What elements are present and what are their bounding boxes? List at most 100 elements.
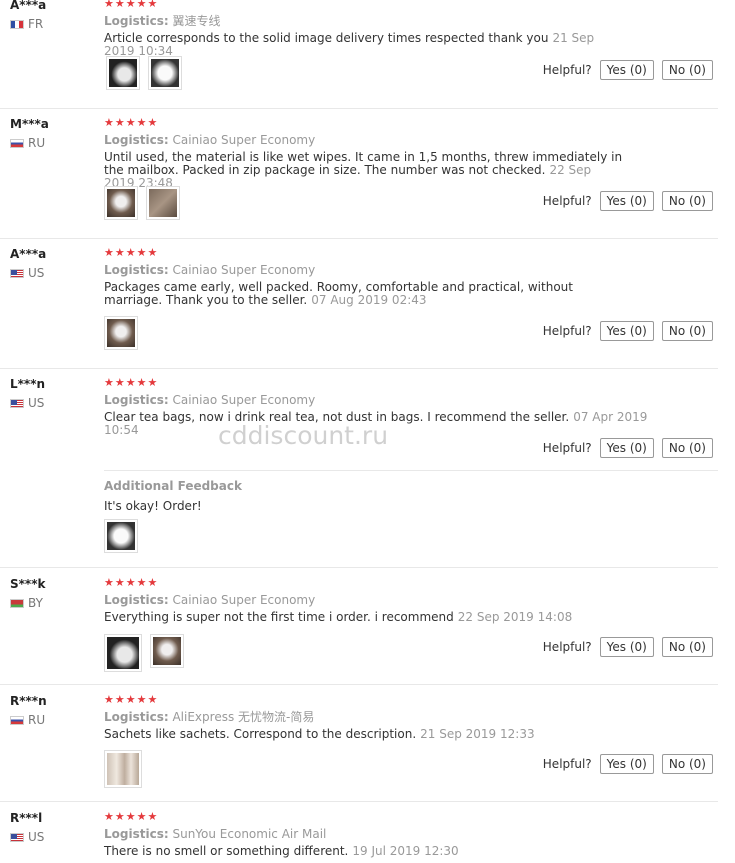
helpful-no-button[interactable]: No (0)	[661, 191, 713, 211]
review-item: M***a RU ★★★★★ Logistics: Cainiao Super …	[0, 117, 718, 239]
reviewer-name: A***a	[10, 0, 47, 12]
reviewer-info: A***a FR	[10, 0, 46, 31]
logistics-value: Cainiao Super Economy	[172, 393, 316, 407]
logistics-label: Logistics:	[104, 133, 169, 147]
review-text: Everything is super not the first time i…	[104, 610, 454, 624]
logistics-label: Logistics:	[104, 14, 169, 28]
helpful-label: Helpful?	[542, 441, 592, 455]
logistics-line: Logistics: AliExpress 无忧物流-简易	[104, 710, 704, 725]
helpful-voting: Helpful? Yes (0) No (0)	[543, 191, 713, 211]
star-rating: ★★★★★	[104, 246, 159, 259]
review-photo-thumbnail[interactable]	[148, 56, 182, 90]
review-item: S***k BY ★★★★★ Logistics: Cainiao Super …	[0, 577, 718, 685]
review-content: ★★★★★ Logistics: AliExpress 无忧物流-简易 Sach…	[104, 694, 704, 741]
star-rating: ★★★★★	[104, 810, 159, 823]
logistics-line: Logistics: Cainiao Super Economy	[104, 393, 704, 408]
review-photo-thumbnail[interactable]	[104, 186, 138, 220]
review-text-line: Clear tea bags, now i drink real tea, no…	[104, 411, 664, 437]
review-date: 21 Sep 2019 12:33	[420, 727, 535, 741]
helpful-no-button[interactable]: No (0)	[661, 438, 713, 458]
helpful-no-button[interactable]: No (0)	[661, 321, 713, 341]
review-item: A***a US ★★★★★ Logistics: Cainiao Super …	[0, 247, 718, 369]
additional-feedback-title: Additional Feedback	[104, 479, 242, 493]
reviewer-country: US	[10, 396, 45, 410]
flag-us-icon	[10, 832, 24, 842]
logistics-line: Logistics: Cainiao Super Economy	[104, 133, 704, 148]
helpful-yes-button[interactable]: Yes (0)	[599, 637, 654, 657]
logistics-value: Cainiao Super Economy	[172, 593, 316, 607]
review-text-line: Everything is super not the first time i…	[104, 611, 664, 624]
country-code: RU	[28, 713, 46, 727]
star-rating: ★★★★★	[104, 576, 159, 589]
helpful-label: Helpful?	[542, 324, 592, 338]
flag-by-icon	[10, 598, 24, 608]
review-item: R***l US ★★★★★ Logistics: SunYou Economi…	[0, 811, 718, 863]
review-photo-thumbnail[interactable]	[146, 186, 180, 220]
reviewer-name: R***n	[10, 694, 47, 708]
reviewer-country: US	[10, 266, 46, 280]
additional-feedback-divider	[104, 470, 718, 471]
helpful-voting: Helpful? Yes (0) No (0)	[543, 321, 713, 341]
review-date: 22 Sep 2019 14:08	[457, 610, 573, 624]
review-photos	[104, 750, 142, 788]
logistics-line: Logistics: Cainiao Super Economy	[104, 593, 704, 608]
reviewer-info: R***l US	[10, 811, 44, 844]
review-text: Until used, the material is like wet wip…	[104, 150, 623, 177]
helpful-no-button[interactable]: No (0)	[661, 754, 713, 774]
helpful-yes-button[interactable]: Yes (0)	[599, 191, 654, 211]
helpful-no-button[interactable]: No (0)	[661, 60, 713, 80]
reviewer-info: S***k BY	[10, 577, 45, 610]
logistics-value: AliExpress 无忧物流-简易	[172, 710, 315, 724]
flag-ru-icon	[10, 138, 24, 148]
review-photo-thumbnail[interactable]	[104, 519, 138, 553]
helpful-yes-button[interactable]: Yes (0)	[599, 438, 654, 458]
review-photo-thumbnail[interactable]	[106, 56, 140, 90]
review-photos	[106, 56, 182, 90]
star-rating: ★★★★★	[104, 376, 159, 389]
helpful-yes-button[interactable]: Yes (0)	[599, 60, 654, 80]
helpful-voting: Helpful? Yes (0) No (0)	[543, 60, 713, 80]
review-text-line: Sachets like sachets. Correspond to the …	[104, 728, 664, 741]
helpful-label: Helpful?	[542, 757, 592, 771]
review-text: Article corresponds to the solid image d…	[104, 31, 549, 45]
additional-feedback-photos	[104, 519, 138, 553]
review-content: ★★★★★ Logistics: 翼速专线 Article correspond…	[104, 0, 704, 58]
review-photo-thumbnail[interactable]	[104, 634, 142, 672]
country-code: RU	[28, 136, 46, 150]
review-photo-thumbnail[interactable]	[104, 316, 138, 350]
logistics-label: Logistics:	[104, 593, 169, 607]
reviewer-info: M***a RU	[10, 117, 49, 150]
logistics-value: Cainiao Super Economy	[172, 263, 316, 277]
country-code: BY	[28, 596, 43, 610]
helpful-yes-button[interactable]: Yes (0)	[599, 754, 654, 774]
logistics-value: SunYou Economic Air Mail	[172, 827, 327, 841]
review-text: Sachets like sachets. Correspond to the …	[104, 727, 417, 741]
reviewer-info: A***a US	[10, 247, 46, 280]
review-text-line: Until used, the material is like wet wip…	[104, 151, 624, 190]
review-date: 19 Jul 2019 12:30	[352, 844, 459, 858]
review-content: ★★★★★ Logistics: SunYou Economic Air Mai…	[104, 811, 704, 858]
star-rating: ★★★★★	[104, 116, 159, 129]
flag-fr-icon	[10, 19, 24, 29]
logistics-line: Logistics: Cainiao Super Economy	[104, 263, 704, 278]
helpful-voting: Helpful? Yes (0) No (0)	[543, 754, 713, 774]
logistics-label: Logistics:	[104, 827, 169, 841]
reviewer-name: S***k	[10, 577, 46, 591]
review-photo-thumbnail[interactable]	[150, 634, 184, 668]
reviewer-info: R***n RU	[10, 694, 47, 727]
star-rating: ★★★★★	[104, 693, 159, 706]
review-photo-thumbnail[interactable]	[104, 750, 142, 788]
review-text-line: Packages came early, well packed. Roomy,…	[104, 281, 624, 307]
review-photos	[104, 316, 138, 350]
country-code: US	[28, 396, 45, 410]
reviewer-name: A***a	[10, 247, 47, 261]
helpful-yes-button[interactable]: Yes (0)	[599, 321, 654, 341]
review-text: There is no smell or something different…	[104, 844, 349, 858]
helpful-no-button[interactable]: No (0)	[661, 637, 713, 657]
review-photos	[104, 634, 184, 672]
review-text-line: Article corresponds to the solid image d…	[104, 32, 624, 58]
country-code: FR	[28, 17, 44, 31]
review-content: ★★★★★ Logistics: Cainiao Super Economy C…	[104, 377, 704, 437]
country-code: US	[28, 830, 45, 844]
review-content: ★★★★★ Logistics: Cainiao Super Economy E…	[104, 577, 704, 624]
